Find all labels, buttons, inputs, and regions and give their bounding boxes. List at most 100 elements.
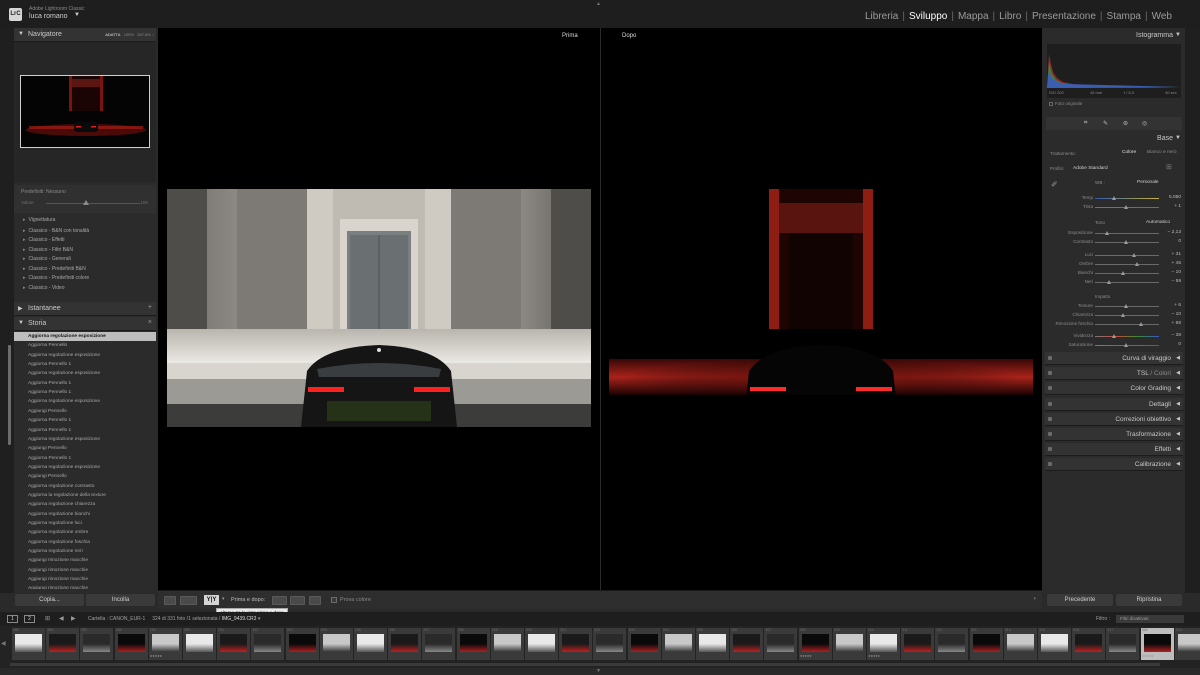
section-lens-corrections[interactable]: Correzioni obiettivo ◀	[1045, 413, 1183, 426]
contrast-value[interactable]: 0	[1159, 239, 1181, 244]
toolbar-menu-icon[interactable]: ▾	[1033, 596, 1036, 602]
previous-settings-button[interactable]: Precedente	[1047, 594, 1113, 606]
history-item[interactable]: Aggiorna la regolazione della texture	[14, 491, 156, 500]
filmstrip-thumbnail[interactable]: 300	[525, 628, 558, 660]
section-tone-curve[interactable]: Curva di viraggio ◀	[1045, 352, 1183, 365]
filmstrip-thumbnail[interactable]: 307	[764, 628, 798, 660]
filmstrip-thumbnail[interactable]: 294	[319, 628, 353, 660]
texture-value[interactable]: + 6	[1159, 303, 1181, 308]
filmstrip-thumbnail[interactable]: 304	[661, 628, 695, 660]
history-item[interactable]: Aggiorna regolazione esposizione	[14, 332, 156, 342]
triangle-right-icon[interactable]: ▶	[18, 305, 23, 312]
filmstrip-thumbnail[interactable]: 305	[696, 628, 729, 660]
navigator-thumbnail[interactable]	[20, 75, 150, 148]
module-stampa[interactable]: Stampa	[1106, 11, 1142, 22]
clarity-value[interactable]: − 10	[1159, 312, 1181, 317]
highlights-value[interactable]: + 31	[1159, 252, 1181, 257]
history-item[interactable]: Aggiungi Pennello	[14, 444, 156, 453]
triangle-left-icon[interactable]: ◀	[1176, 461, 1180, 467]
chevron-down-icon[interactable]: ▼	[74, 12, 80, 18]
loupe-view-button[interactable]	[164, 596, 176, 605]
profile-browser-icon[interactable]: ⊞	[1166, 163, 1172, 171]
history-item[interactable]: Aggiorna regolazione esposizione	[14, 397, 156, 406]
filmstrip-thumbnail[interactable]: 292	[251, 628, 285, 660]
section-toggle-icon[interactable]	[1048, 432, 1052, 436]
vibrance-slider[interactable]	[1095, 336, 1159, 337]
brush-icon[interactable]: ✎	[1103, 120, 1108, 127]
rating-stars[interactable]: ★★★★★	[150, 654, 162, 658]
filmstrip-thumbnail[interactable]: 302	[593, 628, 627, 660]
filmstrip-thumbnail[interactable]: 285	[12, 628, 45, 660]
section-toggle-icon[interactable]	[1048, 356, 1052, 360]
section-toggle-icon[interactable]	[1048, 417, 1052, 421]
rating-stars[interactable]: ★★★★★	[868, 654, 880, 658]
zoom-100[interactable]: 100%	[124, 32, 134, 37]
filmstrip-thumbnail[interactable]: 311	[901, 628, 935, 660]
section-toggle-icon[interactable]	[1048, 371, 1052, 375]
history-item[interactable]: Aggiorna regolazione contrasto	[14, 482, 156, 491]
shadows-slider[interactable]	[1095, 264, 1159, 265]
before-after-view-button[interactable]	[180, 596, 197, 605]
filmstrip-thumbnail[interactable]: 291	[217, 628, 251, 660]
tone-auto-button[interactable]: Automatico	[1146, 220, 1170, 225]
clarity-knob[interactable]	[1121, 313, 1125, 317]
history-item[interactable]: Aggiorna Pennello 1	[14, 454, 156, 463]
histogram-chart[interactable]	[1047, 44, 1181, 98]
triangle-down-icon[interactable]: ▼	[1175, 135, 1181, 141]
highlights-knob[interactable]	[1132, 253, 1136, 257]
zoom-fit[interactable]: ADATTA	[105, 32, 120, 37]
history-item[interactable]: Aggiorna regolazione esposizione	[14, 351, 156, 360]
screen-1-button[interactable]: 1	[7, 615, 18, 623]
zoom-custom[interactable]: 267.6%	[137, 32, 151, 37]
filmstrip-thumbnail[interactable]: 289 ★★★★★	[148, 628, 182, 660]
filmstrip-thumbnail[interactable]: 303	[627, 628, 661, 660]
contrast-knob[interactable]	[1124, 240, 1128, 244]
filmstrip-thumbnail[interactable]: 315	[1038, 628, 1071, 660]
filmstrip-thumbnail[interactable]: 310 ★★★★★	[867, 628, 900, 660]
preset-group[interactable]: ▸ Classico - Video	[23, 285, 65, 291]
histogram-header[interactable]: Istogramma ▼	[1043, 29, 1185, 43]
shadows-knob[interactable]	[1135, 262, 1139, 266]
history-item[interactable]: Aggiorna regolazione neri	[14, 547, 156, 556]
filmstrip-thumbnail[interactable]: 308 ★★★★★	[798, 628, 832, 660]
left-panel-scrollbar[interactable]	[8, 345, 11, 445]
whites-value[interactable]: − 10	[1159, 270, 1181, 275]
screen-2-button[interactable]: 2	[24, 615, 35, 623]
temp-value[interactable]: 5.050	[1159, 195, 1181, 200]
section-toggle-icon[interactable]	[1048, 386, 1052, 390]
back-arrow-icon[interactable]: ◀	[59, 615, 64, 622]
history-item[interactable]: Aggiorna regolazione bianchi	[14, 510, 156, 519]
section-toggle-icon[interactable]	[1048, 447, 1052, 451]
navigator-header[interactable]: ▼ Navigatore ADATTA 100% 267.6% ↕	[14, 28, 156, 42]
history-item[interactable]: Aggiorna Pennello 1	[14, 416, 156, 425]
exposure-knob[interactable]	[1105, 231, 1109, 235]
history-item[interactable]: Aggiorna Pennello	[14, 341, 156, 350]
chevron-down-icon[interactable]: ▾	[222, 596, 225, 602]
preset-group[interactable]: ▸ Classico - Filtri B&N	[23, 247, 73, 253]
exposure-value[interactable]: − 2,13	[1159, 230, 1181, 235]
crop-icon[interactable]: ⌗	[1084, 120, 1087, 127]
triangle-left-icon[interactable]: ◀	[1176, 370, 1180, 376]
triangle-left-icon[interactable]: ◀	[1176, 355, 1180, 361]
temp-knob[interactable]	[1112, 196, 1116, 200]
module-libreria[interactable]: Libreria	[864, 11, 899, 22]
filmstrip-thumbnail[interactable]: 317	[1106, 628, 1140, 660]
section-color-grading[interactable]: Color Grading ◀	[1045, 382, 1183, 395]
history-item[interactable]: Aggiorna Pennello 1	[14, 360, 156, 369]
preset-group[interactable]: ▸ Classico - Effetti	[23, 237, 65, 243]
highlights-slider[interactable]	[1095, 255, 1159, 256]
preset-amount-slider[interactable]	[46, 203, 140, 204]
history-item[interactable]: Aggiungi rimozione macchie	[14, 584, 156, 589]
section-effects[interactable]: Effetti ◀	[1045, 443, 1183, 456]
masking-icon[interactable]: ◎	[1142, 120, 1147, 127]
treatment-bw[interactable]: Bianco e nero	[1147, 150, 1177, 155]
blacks-slider[interactable]	[1095, 282, 1159, 283]
redeye-icon[interactable]: ⊚	[1123, 120, 1128, 127]
wb-value[interactable]: Personale	[1137, 180, 1159, 185]
dehaze-value[interactable]: + 68	[1159, 321, 1181, 326]
history-item[interactable]: Aggiorna regolazione luci	[14, 519, 156, 528]
section-toggle-icon[interactable]	[1048, 402, 1052, 406]
module-mappa[interactable]: Mappa	[957, 11, 990, 22]
preset-amount-knob[interactable]	[83, 200, 89, 205]
module-libro[interactable]: Libro	[998, 11, 1022, 22]
